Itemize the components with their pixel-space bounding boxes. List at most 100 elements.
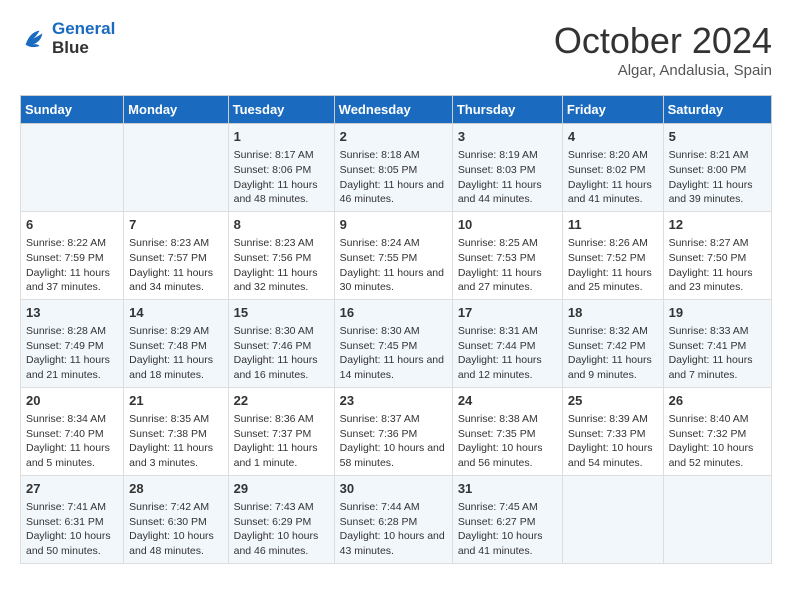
calendar-cell [663, 475, 771, 563]
cell-info: Sunrise: 8:19 AM Sunset: 8:03 PM Dayligh… [458, 148, 557, 207]
calendar-cell: 1 Sunrise: 8:17 AM Sunset: 8:06 PM Daylig… [228, 124, 334, 212]
calendar-cell: 3 Sunrise: 8:19 AM Sunset: 8:03 PM Daylig… [452, 124, 562, 212]
page-header: General Blue October 2024 Algar, Andalus… [20, 20, 772, 79]
day-number: 23 [340, 392, 447, 410]
location: Algar, Andalusia, Spain [554, 62, 772, 79]
cell-info: Sunrise: 8:23 AM Sunset: 7:56 PM Dayligh… [234, 236, 329, 295]
cell-info: Sunrise: 8:30 AM Sunset: 7:46 PM Dayligh… [234, 324, 329, 383]
day-number: 21 [129, 392, 222, 410]
day-number: 1 [234, 128, 329, 146]
day-number: 16 [340, 304, 447, 322]
calendar-cell: 8 Sunrise: 8:23 AM Sunset: 7:56 PM Daylig… [228, 211, 334, 299]
day-number: 7 [129, 216, 222, 234]
cell-info: Sunrise: 7:43 AM Sunset: 6:29 PM Dayligh… [234, 500, 329, 559]
cell-info: Sunrise: 8:29 AM Sunset: 7:48 PM Dayligh… [129, 324, 222, 383]
cell-info: Sunrise: 8:20 AM Sunset: 8:02 PM Dayligh… [568, 148, 658, 207]
day-number: 19 [669, 304, 766, 322]
day-header-saturday: Saturday [663, 96, 771, 124]
calendar-cell: 24 Sunrise: 8:38 AM Sunset: 7:35 PM Dayli… [452, 387, 562, 475]
calendar-cell: 27Sunrise: 7:41 AM Sunset: 6:31 PM Dayli… [21, 475, 124, 563]
cell-info: Sunrise: 8:30 AM Sunset: 7:45 PM Dayligh… [340, 324, 447, 383]
calendar-cell: 18Sunrise: 8:32 AM Sunset: 7:42 PM Dayli… [562, 299, 663, 387]
cell-info: Sunrise: 8:40 AM Sunset: 7:32 PM Dayligh… [669, 412, 766, 471]
calendar-cell: 15 Sunrise: 8:30 AM Sunset: 7:46 PM Dayli… [228, 299, 334, 387]
cell-info: Sunrise: 7:45 AM Sunset: 6:27 PM Dayligh… [458, 500, 557, 559]
day-number: 17 [458, 304, 557, 322]
day-number: 20 [26, 392, 118, 410]
day-number: 11 [568, 216, 658, 234]
day-number: 26 [669, 392, 766, 410]
cell-info: Sunrise: 8:18 AM Sunset: 8:05 PM Dayligh… [340, 148, 447, 207]
day-header-sunday: Sunday [21, 96, 124, 124]
calendar-cell: 4Sunrise: 8:20 AM Sunset: 8:02 PM Daylig… [562, 124, 663, 212]
cell-info: Sunrise: 8:24 AM Sunset: 7:55 PM Dayligh… [340, 236, 447, 295]
cell-info: Sunrise: 8:21 AM Sunset: 8:00 PM Dayligh… [669, 148, 766, 207]
calendar-cell: 5 Sunrise: 8:21 AM Sunset: 8:00 PM Daylig… [663, 124, 771, 212]
day-number: 28 [129, 480, 222, 498]
day-number: 6 [26, 216, 118, 234]
day-number: 15 [234, 304, 329, 322]
cell-info: Sunrise: 8:38 AM Sunset: 7:35 PM Dayligh… [458, 412, 557, 471]
day-number: 30 [340, 480, 447, 498]
calendar-cell [124, 124, 228, 212]
day-number: 24 [458, 392, 557, 410]
cell-info: Sunrise: 8:35 AM Sunset: 7:38 PM Dayligh… [129, 412, 222, 471]
calendar-cell: 11 Sunrise: 8:26 AM Sunset: 7:52 PM Dayli… [562, 211, 663, 299]
cell-info: Sunrise: 8:32 AM Sunset: 7:42 PM Dayligh… [568, 324, 658, 383]
calendar-cell: 25 Sunrise: 8:39 AM Sunset: 7:33 PM Dayli… [562, 387, 663, 475]
cell-info: Sunrise: 8:36 AM Sunset: 7:37 PM Dayligh… [234, 412, 329, 471]
day-number: 10 [458, 216, 557, 234]
cell-info: Sunrise: 8:33 AM Sunset: 7:41 PM Dayligh… [669, 324, 766, 383]
day-number: 12 [669, 216, 766, 234]
day-number: 8 [234, 216, 329, 234]
day-number: 14 [129, 304, 222, 322]
calendar-week-5: 27Sunrise: 7:41 AM Sunset: 6:31 PM Dayli… [21, 475, 772, 563]
cell-info: Sunrise: 7:44 AM Sunset: 6:28 PM Dayligh… [340, 500, 447, 559]
calendar-cell: 30 Sunrise: 7:44 AM Sunset: 6:28 PM Dayli… [334, 475, 452, 563]
logo: General Blue [20, 20, 115, 57]
day-header-friday: Friday [562, 96, 663, 124]
day-number: 3 [458, 128, 557, 146]
calendar-cell: 28 Sunrise: 7:42 AM Sunset: 6:30 PM Dayli… [124, 475, 228, 563]
calendar-week-1: 1 Sunrise: 8:17 AM Sunset: 8:06 PM Daylig… [21, 124, 772, 212]
logo-icon [20, 25, 48, 53]
day-number: 22 [234, 392, 329, 410]
day-header-tuesday: Tuesday [228, 96, 334, 124]
calendar-cell: 16 Sunrise: 8:30 AM Sunset: 7:45 PM Dayli… [334, 299, 452, 387]
cell-info: Sunrise: 8:37 AM Sunset: 7:36 PM Dayligh… [340, 412, 447, 471]
day-number: 31 [458, 480, 557, 498]
calendar-cell: 22 Sunrise: 8:36 AM Sunset: 7:37 PM Dayli… [228, 387, 334, 475]
day-number: 5 [669, 128, 766, 146]
day-number: 13 [26, 304, 118, 322]
cell-info: Sunrise: 8:25 AM Sunset: 7:53 PM Dayligh… [458, 236, 557, 295]
calendar-cell: 6 Sunrise: 8:22 AM Sunset: 7:59 PM Daylig… [21, 211, 124, 299]
calendar-cell [562, 475, 663, 563]
cell-info: Sunrise: 7:42 AM Sunset: 6:30 PM Dayligh… [129, 500, 222, 559]
day-number: 29 [234, 480, 329, 498]
cell-info: Sunrise: 7:41 AM Sunset: 6:31 PM Dayligh… [26, 500, 118, 559]
calendar-cell: 23 Sunrise: 8:37 AM Sunset: 7:36 PM Dayli… [334, 387, 452, 475]
cell-info: Sunrise: 8:39 AM Sunset: 7:33 PM Dayligh… [568, 412, 658, 471]
calendar-cell [21, 124, 124, 212]
calendar-cell: 29 Sunrise: 7:43 AM Sunset: 6:29 PM Dayli… [228, 475, 334, 563]
calendar-cell: 17Sunrise: 8:31 AM Sunset: 7:44 PM Dayli… [452, 299, 562, 387]
calendar-cell: 14 Sunrise: 8:29 AM Sunset: 7:48 PM Dayli… [124, 299, 228, 387]
cell-info: Sunrise: 8:23 AM Sunset: 7:57 PM Dayligh… [129, 236, 222, 295]
calendar-cell: 26 Sunrise: 8:40 AM Sunset: 7:32 PM Dayli… [663, 387, 771, 475]
cell-info: Sunrise: 8:34 AM Sunset: 7:40 PM Dayligh… [26, 412, 118, 471]
calendar-week-2: 6 Sunrise: 8:22 AM Sunset: 7:59 PM Daylig… [21, 211, 772, 299]
day-number: 25 [568, 392, 658, 410]
calendar-week-4: 20 Sunrise: 8:34 AM Sunset: 7:40 PM Dayli… [21, 387, 772, 475]
day-header-monday: Monday [124, 96, 228, 124]
calendar-cell: 20 Sunrise: 8:34 AM Sunset: 7:40 PM Dayli… [21, 387, 124, 475]
day-header-thursday: Thursday [452, 96, 562, 124]
calendar-body: 1 Sunrise: 8:17 AM Sunset: 8:06 PM Daylig… [21, 124, 772, 564]
calendar-header-row: SundayMondayTuesdayWednesdayThursdayFrid… [21, 96, 772, 124]
calendar-cell: 21 Sunrise: 8:35 AM Sunset: 7:38 PM Dayli… [124, 387, 228, 475]
calendar-cell: 13Sunrise: 8:28 AM Sunset: 7:49 PM Dayli… [21, 299, 124, 387]
title-block: October 2024 Algar, Andalusia, Spain [554, 20, 772, 79]
cell-info: Sunrise: 8:26 AM Sunset: 7:52 PM Dayligh… [568, 236, 658, 295]
cell-info: Sunrise: 8:22 AM Sunset: 7:59 PM Dayligh… [26, 236, 118, 295]
day-number: 2 [340, 128, 447, 146]
cell-info: Sunrise: 8:17 AM Sunset: 8:06 PM Dayligh… [234, 148, 329, 207]
